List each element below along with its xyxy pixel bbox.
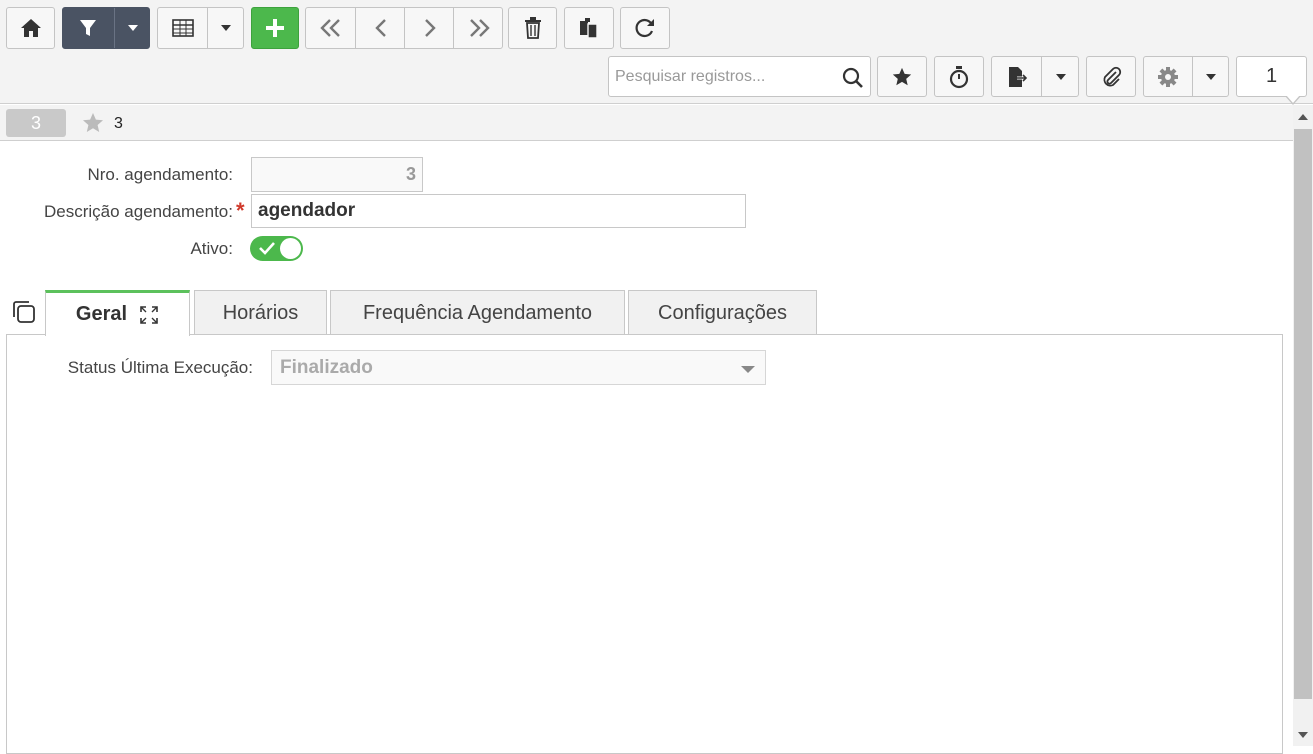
navigation-button-group [305,7,503,49]
expand-icon[interactable] [139,305,159,325]
record-title: 3 [114,115,123,132]
dropdown-arrow-icon [741,366,755,373]
descricao-agendamento-label: Descrição agendamento: [43,202,233,221]
copy-tabs-icon[interactable] [12,300,36,324]
toggle-knob [280,238,301,259]
grid-view-dropdown-button[interactable] [208,8,244,48]
tab-configuracoes-label: Configurações [658,301,787,324]
favorite-button[interactable] [877,56,927,97]
ativo-toggle[interactable] [250,236,303,261]
status-ultima-execucao-label: Status Última Execução: [67,358,253,377]
page-number: 1 [1265,65,1278,87]
chevron-right-icon [424,19,436,37]
home-icon [20,19,41,37]
caret-down-icon [1206,73,1216,80]
trash-icon [524,17,541,39]
previous-record-button[interactable] [356,8,405,48]
tab-frequencia-label: Frequência Agendamento [362,301,593,324]
double-chevron-left-icon [319,19,340,37]
tab-geral[interactable]: Geral [45,290,190,336]
search-icon[interactable] [842,67,864,89]
required-indicator: * [236,198,245,223]
tab-panel-geral [6,334,1283,754]
vertical-scrollbar[interactable] [1293,105,1313,746]
copy-icon [580,18,598,39]
scroll-up-arrow-icon[interactable] [1298,114,1308,120]
page-number-field[interactable]: 1 [1236,56,1307,105]
caret-down-icon [1055,73,1066,80]
toolbar: 1 [0,0,1313,105]
home-button[interactable] [6,7,55,49]
grid-view-button-group [157,7,244,49]
scroll-thumb[interactable] [1294,129,1312,699]
record-id-badge: 3 [6,109,66,137]
search-input[interactable] [613,57,837,96]
filter-dropdown-button[interactable] [115,8,150,48]
tab-configuracoes[interactable]: Configurações [628,290,817,335]
chevron-left-icon [374,19,386,37]
tab-geral-label: Geral [75,303,128,325]
filter-button[interactable] [63,8,113,48]
double-chevron-right-icon [469,19,490,37]
timer-button[interactable] [934,56,984,97]
add-button[interactable] [251,7,299,49]
gear-icon [1158,66,1178,87]
status-ultima-execucao-select[interactable]: Finalizado [271,350,766,385]
nro-agendamento-label: Nro. agendamento: [87,165,233,184]
caret-down-icon [127,25,138,31]
refresh-button[interactable] [620,7,670,49]
settings-button[interactable] [1144,57,1192,96]
check-icon [259,242,275,255]
scroll-down-arrow-icon[interactable] [1298,732,1308,738]
plus-icon [266,19,284,37]
star-icon[interactable] [80,111,106,135]
status-ultima-execucao-value: Finalizado [280,357,373,378]
star-icon [892,67,912,85]
next-record-button[interactable] [405,8,454,48]
export-button[interactable] [992,57,1041,96]
ativo-label: Ativo: [190,239,233,258]
settings-dropdown-button[interactable] [1193,57,1229,96]
tab-horarios-label: Horários [222,301,299,324]
export-dropdown-button[interactable] [1042,57,1079,96]
delete-button[interactable] [508,7,557,49]
attach-button[interactable] [1086,56,1136,97]
tab-frequencia-agendamento[interactable]: Frequência Agendamento [330,290,625,335]
grid-view-button[interactable] [158,8,207,48]
tab-horarios[interactable]: Horários [194,290,327,335]
filter-button-group [62,7,150,49]
caret-down-icon [221,25,231,31]
refresh-icon [635,18,654,38]
stopwatch-icon [949,65,969,88]
filter-icon [80,20,96,36]
search-box [608,56,871,97]
record-header: 3 3 [0,105,1313,141]
first-record-button[interactable] [306,8,355,48]
table-icon [171,19,194,37]
settings-button-group [1143,56,1229,97]
nro-agendamento-field[interactable] [251,157,423,192]
export-button-group [991,56,1079,97]
file-export-icon [1008,66,1028,87]
paperclip-icon [1103,66,1122,86]
descricao-agendamento-field[interactable] [251,194,746,228]
last-record-button[interactable] [454,8,503,48]
copy-button[interactable] [564,7,614,49]
